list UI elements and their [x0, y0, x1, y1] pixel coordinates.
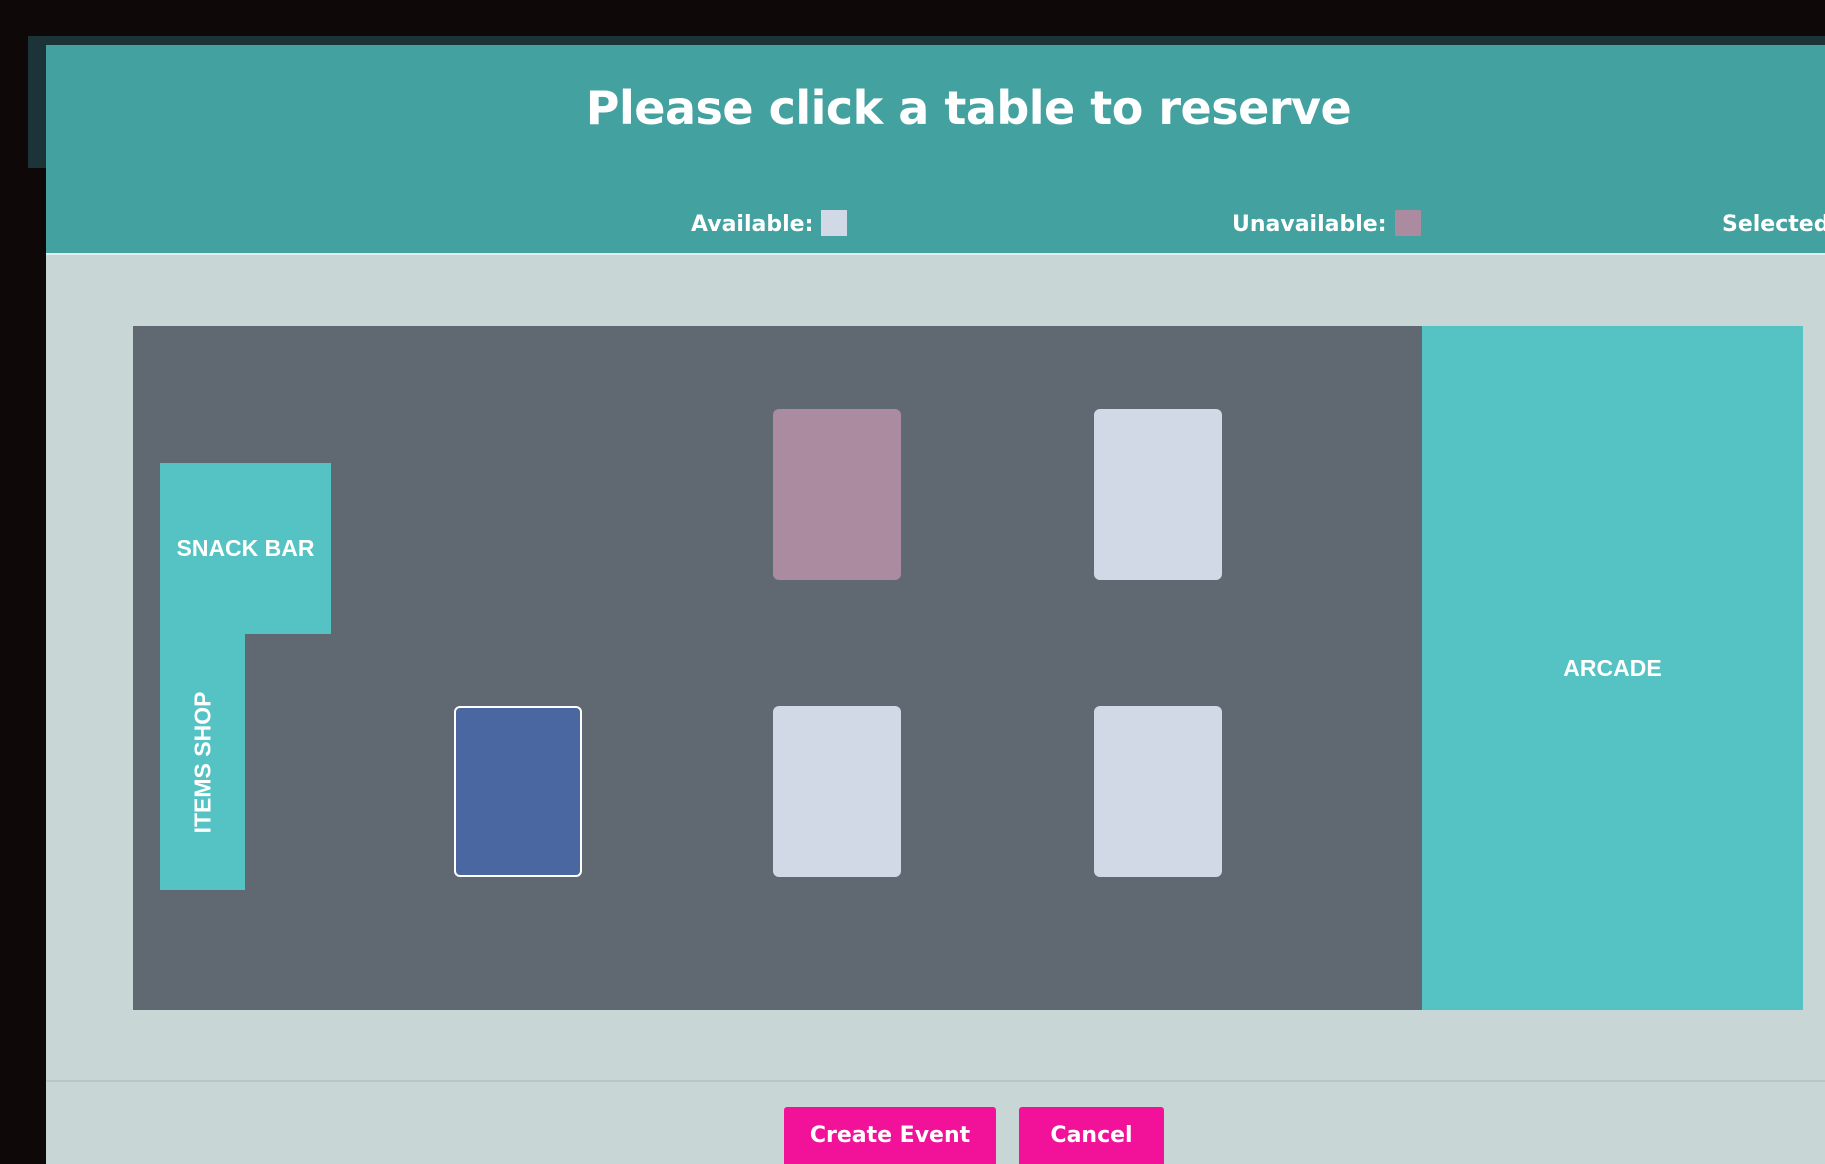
footer-divider [46, 1080, 1825, 1082]
items-shop-zone: ITEMS SHOP [160, 634, 245, 890]
arcade-label: ARCADE [1563, 654, 1662, 681]
create-event-button[interactable]: Create Event [784, 1107, 996, 1164]
table-r2-c2-available[interactable] [773, 706, 901, 877]
snack-bar-label: SNACK BAR [176, 535, 315, 561]
legend-unavailable-swatch [1394, 210, 1421, 236]
legend-available-label: Available: [691, 212, 814, 237]
legend-unavailable: Unavailable: [1232, 210, 1421, 240]
legend-unavailable-label: Unavailable: [1232, 212, 1387, 237]
table-r2-c1-selected[interactable] [454, 706, 582, 877]
snack-bar-zone: SNACK BAR [160, 463, 331, 634]
arcade-zone: ARCADE [1422, 326, 1803, 1010]
table-r1-c2-unavailable[interactable] [773, 409, 901, 580]
reservation-modal: Please click a table to reserve Availabl… [46, 45, 1825, 1164]
table-r1-c3-available[interactable] [1094, 409, 1222, 580]
items-shop-label: ITEMS SHOP [189, 691, 216, 833]
legend-selected-label: Selected: [1722, 212, 1825, 237]
legend-available: Available: [691, 210, 848, 240]
modal-header: Please click a table to reserve Availabl… [46, 45, 1825, 255]
legend-available-swatch [821, 210, 848, 236]
cancel-button[interactable]: Cancel [1019, 1107, 1164, 1164]
legend-selected: Selected: [1722, 210, 1825, 240]
modal-title: Please click a table to reserve [585, 81, 1352, 135]
table-r2-c3-available[interactable] [1094, 706, 1222, 877]
